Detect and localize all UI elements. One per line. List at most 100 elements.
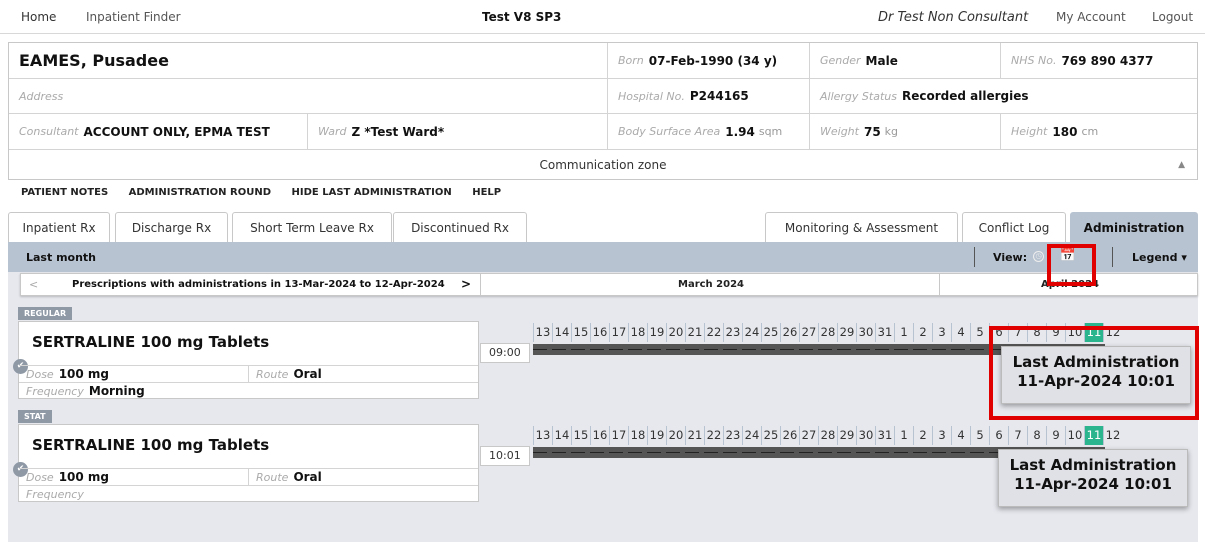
weight-unit: kg — [884, 125, 899, 138]
month-label-march: March 2024 — [678, 279, 744, 290]
day-cell: 30 — [856, 323, 875, 342]
patient-name-cell: EAMES, Pusadee — [9, 43, 608, 78]
help-link[interactable]: HELP — [472, 187, 501, 198]
dose-label: Dose — [26, 470, 54, 484]
day-cell: 29 — [837, 323, 856, 342]
day-cell: 27 — [799, 323, 818, 342]
ward-cell: Ward Z *Test Ward* — [308, 114, 608, 149]
day-cell: 11 — [1084, 426, 1103, 445]
hide-last-administration-link[interactable]: HIDE LAST ADMINISTRATION — [292, 187, 452, 198]
tab-short-term-leave-rx[interactable]: Short Term Leave Rx — [232, 212, 392, 242]
communication-zone-label: Communication zone — [539, 158, 667, 172]
logout-link[interactable]: Logout — [1152, 10, 1193, 24]
tab-inpatient-rx[interactable]: Inpatient Rx — [8, 212, 110, 242]
day-cell: 4 — [951, 323, 970, 342]
hospital-label: Hospital No. — [618, 89, 685, 103]
dose-route-row: Dose 100 mg Route Oral — [19, 468, 478, 485]
patient-notes-link[interactable]: PATIENT NOTES — [21, 187, 108, 198]
day-cell: 8 — [1027, 426, 1046, 445]
gender-cell: Gender Male — [810, 43, 1001, 78]
day-cell: 25 — [761, 426, 780, 445]
day-cell: 2 — [913, 323, 932, 342]
hospital-value: P244165 — [689, 89, 749, 103]
day-cell: 12 — [1103, 426, 1122, 445]
scheduled-time: 09:00 — [480, 343, 530, 363]
toolbar-divider — [1112, 247, 1113, 267]
datebar-divider — [939, 274, 940, 295]
communication-zone[interactable]: Communication zone ▲ — [9, 150, 1197, 180]
scheduled-time: 10:01 — [480, 446, 530, 466]
height-label: Height — [1011, 125, 1048, 138]
nhs-value: 769 890 4377 — [1061, 53, 1154, 68]
section-label-stat: STAT — [18, 410, 52, 423]
administration-round-link[interactable]: ADMINISTRATION ROUND — [129, 187, 271, 198]
bsa-cell: Body Surface Area 1.94 sqm — [608, 114, 810, 149]
datebar-divider — [480, 274, 481, 295]
tab-monitoring-assessment[interactable]: Monitoring & Assessment — [765, 212, 958, 242]
chevron-up-icon[interactable]: ▲ — [1178, 150, 1185, 180]
day-cell: 13 — [533, 323, 552, 342]
frequency-label: Frequency — [26, 384, 84, 398]
day-cell: 17 — [609, 426, 628, 445]
tab-conflict-log[interactable]: Conflict Log — [962, 212, 1066, 242]
my-account-link[interactable]: My Account — [1056, 10, 1126, 24]
last-administration-highlight — [989, 326, 1199, 420]
day-cell: 28 — [818, 426, 837, 445]
admin-toolbar: Last month View: ◷ 📅 Legend ▾ — [8, 242, 1198, 272]
prescription-card[interactable]: SERTRALINE 100 mg Tablets ✔ Dose 100 mg … — [13, 321, 479, 399]
day-cell: 14 — [552, 323, 571, 342]
chevron-left-icon[interactable]: < — [29, 278, 38, 291]
day-cell: 28 — [818, 323, 837, 342]
weight-label: Weight — [820, 125, 859, 138]
tab-administration[interactable]: Administration — [1070, 212, 1198, 242]
view-label: View: — [993, 251, 1028, 264]
day-cell: 25 — [761, 323, 780, 342]
bsa-unit: sqm — [758, 125, 783, 138]
day-cell: 22 — [704, 323, 723, 342]
height-cell: Height 180 cm — [1001, 114, 1197, 149]
home-link[interactable]: Home — [21, 10, 56, 24]
calendar-view-highlight — [1047, 244, 1096, 286]
day-cell: 26 — [780, 426, 799, 445]
tab-discharge-rx[interactable]: Discharge Rx — [115, 212, 228, 242]
tooltip-date: 11-Apr-2024 10:01 — [1014, 475, 1172, 493]
inpatient-finder-link[interactable]: Inpatient Finder — [86, 10, 181, 24]
day-cell: 5 — [970, 323, 989, 342]
day-cell: 2 — [913, 426, 932, 445]
clock-icon[interactable]: ◷ — [1033, 251, 1044, 262]
bsa-label: Body Surface Area — [618, 125, 721, 138]
legend-dropdown[interactable]: Legend ▾ — [1132, 251, 1187, 264]
day-cell: 10 — [1065, 426, 1084, 445]
tab-discontinued-rx[interactable]: Discontinued Rx — [393, 212, 527, 242]
allergy-value[interactable]: Recorded allergies — [902, 89, 1029, 103]
dose-route-row: Dose 100 mg Route Oral — [19, 365, 478, 382]
day-cell: 23 — [723, 426, 742, 445]
patient-banner: EAMES, Pusadee Born 07-Feb-1990 (34 y) G… — [8, 42, 1198, 180]
nhs-label: NHS No. — [1011, 54, 1057, 67]
prescription-card[interactable]: SERTRALINE 100 mg Tablets ✔ Dose 100 mg … — [13, 424, 479, 502]
day-cell: 24 — [742, 323, 761, 342]
current-user: Dr Test Non Consultant — [878, 10, 1029, 25]
day-cell: 5 — [970, 426, 989, 445]
day-cell: 15 — [571, 426, 590, 445]
chevron-right-icon[interactable]: > — [461, 277, 471, 291]
allergy-cell: Allergy Status Recorded allergies — [810, 79, 1197, 113]
day-cell: 4 — [951, 426, 970, 445]
day-cell: 18 — [628, 323, 647, 342]
address-label: Address — [19, 89, 64, 103]
consultant-cell: Consultant ACCOUNT ONLY, EPMA TEST — [9, 114, 308, 149]
banner-row-2: Address Hospital No. P244165 Allergy Sta… — [9, 79, 1197, 114]
born-label: Born — [618, 54, 644, 67]
address-cell: Address — [9, 79, 608, 113]
route-cell: Route Oral — [249, 366, 322, 382]
day-cell: 15 — [571, 323, 590, 342]
frequency-row: Frequency Morning — [19, 382, 478, 399]
route-value: Oral — [293, 367, 322, 381]
date-navigator: < Prescriptions with administrations in … — [20, 273, 1198, 296]
born-value: 07-Feb-1990 (34 y) — [648, 53, 778, 68]
range-selector[interactable]: Last month — [26, 251, 96, 264]
toolbar-divider — [974, 247, 975, 267]
day-row: 13 14 15 16 17 18 19 20 21 22 23 24 25 26 27 28 29 30 31 1 2… — [533, 426, 1122, 445]
route-value: Oral — [293, 470, 322, 484]
day-cell: 21 — [685, 426, 704, 445]
